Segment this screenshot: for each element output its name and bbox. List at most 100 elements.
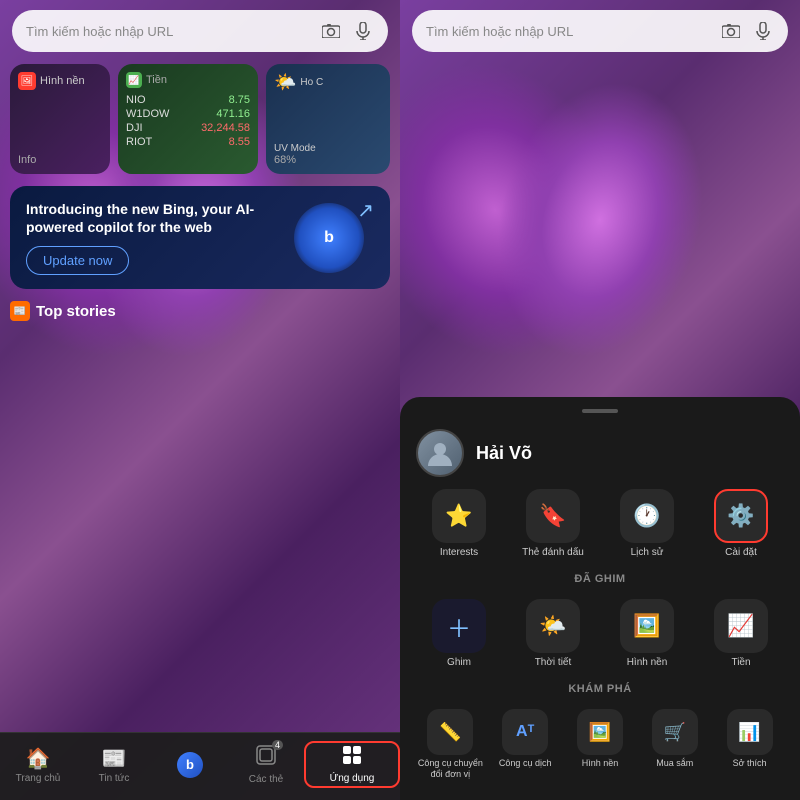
search-placeholder-right: Tìm kiếm hoặc nhập URL — [426, 24, 720, 39]
pinned-wallpaper-label: Hình nền — [627, 657, 668, 669]
bing-banner: Introducing the new Bing, your AI-powere… — [10, 186, 390, 289]
converter-icon: 📏 — [427, 709, 473, 755]
converter-label: Công cụ chuyển đổi đơn vị — [416, 758, 485, 780]
hinh-nen-icon: 🖼 — [18, 72, 36, 90]
interests-label: Interests — [440, 547, 478, 559]
ghim-icon: ＋ — [432, 599, 486, 653]
bottom-nav: 🏠 Trang chủ 📰 Tin tức b 4 — [0, 732, 400, 800]
pinned-ghim[interactable]: ＋ Ghim — [416, 599, 502, 669]
mic-icon[interactable] — [352, 20, 374, 42]
pinned-wallpaper-icon: 🖼️ — [620, 599, 674, 653]
stories-label: Top stories — [36, 303, 116, 320]
interests-icon: ⭐ — [432, 489, 486, 543]
kp-wallpaper-icon: 🖼️ — [577, 709, 623, 755]
nav-item-tin-tuc[interactable]: 📰 Tin tức — [76, 746, 152, 784]
nav-item-cac-the[interactable]: 4 Các thẻ — [228, 744, 304, 785]
bing-title: Introducing the new Bing, your AI-powere… — [26, 200, 294, 236]
pinned-stocks-icon: 📈 — [714, 599, 768, 653]
search-placeholder-left: Tìm kiếm hoặc nhập URL — [26, 24, 320, 39]
bottom-sheet: Hải Võ ⭐ Interests 🔖 Thẻ đánh dấu 🕐 Lịch… — [400, 397, 800, 800]
pinned-wallpaper[interactable]: 🖼️ Hình nền — [604, 599, 690, 669]
phone-left: Tìm kiếm hoặc nhập URL — [0, 0, 400, 800]
nav-label-tin-tuc: Tin tức — [99, 773, 130, 784]
history-label: Lịch sử — [631, 547, 664, 559]
nav-item-bing[interactable]: b — [152, 752, 228, 778]
app-interests[interactable]: ⭐ Interests — [416, 489, 502, 559]
app-history[interactable]: 🕐 Lịch sử — [604, 489, 690, 559]
settings-icon: ⚙️ — [714, 489, 768, 543]
bing-nav-icon: b — [177, 752, 203, 778]
pinned-weather[interactable]: 🌤️ Thời tiết — [510, 599, 596, 669]
tien-row-2: W1DOW471.16 — [126, 108, 250, 120]
tien-row-1: NIO8.75 — [126, 94, 250, 106]
kp-sothich[interactable]: 📊 Sở thích — [715, 709, 784, 780]
search-bar-left[interactable]: Tìm kiếm hoặc nhập URL — [12, 10, 388, 52]
bing-logo: b ↗ — [294, 203, 364, 273]
widget-row: 🖼 Hình nền Info 📈 Tiền NIO8.75 W1DOW471.… — [10, 64, 390, 174]
weather-city: Ho C — [300, 77, 323, 88]
shopping-icon: 🛒 — [652, 709, 698, 755]
search-bar-right[interactable]: Tìm kiếm hoặc nhập URL — [412, 10, 788, 52]
sheet-handle — [582, 409, 618, 413]
app-settings[interactable]: ⚙️ Cài đặt — [698, 489, 784, 559]
section-pinned-label: ĐÃ GHIM — [416, 571, 784, 587]
bing-arrow-icon: ↗ — [357, 198, 374, 223]
camera-icon-right[interactable] — [720, 20, 742, 42]
hinh-nen-info: Info — [18, 154, 102, 166]
sothich-icon: 📊 — [727, 709, 773, 755]
khampha-row: 📏 Công cụ chuyển đổi đơn vị Aᵀ Công cụ d… — [416, 709, 784, 780]
settings-label: Cài đặt — [725, 547, 757, 559]
home-icon: 🏠 — [26, 746, 51, 771]
search-icons-right — [720, 20, 774, 42]
nav-label-trang-chu: Trang chủ — [16, 773, 61, 784]
nav-item-ung-dung[interactable]: Ứng dụng — [304, 741, 400, 788]
kp-wallpaper[interactable]: 🖼️ Hình nền — [566, 709, 635, 780]
apps-icon — [342, 745, 362, 771]
profile-row: Hải Võ — [416, 429, 784, 477]
pinned-stocks-label: Tiền — [731, 657, 750, 669]
camera-icon[interactable] — [320, 20, 342, 42]
weather-widget[interactable]: 🌤️ Ho C UV Mode 68% — [266, 64, 390, 174]
apps-grid: ⭐ Interests 🔖 Thẻ đánh dấu 🕐 Lịch sử ⚙️ … — [416, 489, 784, 559]
pinned-stocks[interactable]: 📈 Tiền — [698, 599, 784, 669]
update-now-button[interactable]: Update now — [26, 246, 129, 275]
bing-text: Introducing the new Bing, your AI-powere… — [26, 200, 294, 275]
profile-name: Hải Võ — [476, 443, 532, 464]
nav-label-ung-dung: Ứng dụng — [330, 773, 375, 784]
news-icon: 📰 — [102, 746, 127, 771]
phone-right: Tìm kiếm hoặc nhập URL — [400, 0, 800, 800]
bookmarks-label: Thẻ đánh dấu — [522, 547, 584, 559]
mic-icon-right[interactable] — [752, 20, 774, 42]
sothich-label: Sở thích — [733, 758, 767, 769]
profile-avatar — [416, 429, 464, 477]
tien-widget[interactable]: 📈 Tiền NIO8.75 W1DOW471.16 DJI32,244.58 … — [118, 64, 258, 174]
pinned-row: ＋ Ghim 🌤️ Thời tiết 🖼️ Hình nền 📈 Tiền — [416, 599, 784, 669]
hinh-nen-widget[interactable]: 🖼 Hình nền Info — [10, 64, 110, 174]
bookmarks-icon: 🔖 — [526, 489, 580, 543]
pinned-weather-label: Thời tiết — [535, 657, 572, 669]
tabs-icon: 4 — [255, 744, 277, 772]
pinned-weather-icon: 🌤️ — [526, 599, 580, 653]
kp-translate[interactable]: Aᵀ Công cụ dịch — [491, 709, 560, 780]
hinh-nen-label: Hình nền — [40, 75, 85, 87]
weather-humidity: 68% — [274, 154, 382, 166]
shopping-label: Mua sắm — [656, 758, 693, 769]
search-icons-left — [320, 20, 374, 42]
section-khampha-label: KHÁM PHÁ — [416, 681, 784, 697]
app-bookmarks[interactable]: 🔖 Thẻ đánh dấu — [510, 489, 596, 559]
tien-icon: 📈 — [126, 72, 142, 88]
nav-item-trang-chu[interactable]: 🏠 Trang chủ — [0, 746, 76, 784]
kp-shopping[interactable]: 🛒 Mua sắm — [640, 709, 709, 780]
ghim-label: Ghim — [447, 657, 471, 669]
translate-icon: Aᵀ — [502, 709, 548, 755]
kp-converter[interactable]: 📏 Công cụ chuyển đổi đơn vị — [416, 709, 485, 780]
kp-wallpaper-label: Hình nền — [582, 758, 619, 769]
tien-title: Tiền — [146, 74, 167, 86]
tien-row-4: RIOT8.55 — [126, 136, 250, 148]
history-icon: 🕐 — [620, 489, 674, 543]
translate-label: Công cụ dịch — [499, 758, 552, 769]
top-stories: 📰 Top stories — [10, 301, 390, 321]
stories-icon: 📰 — [10, 301, 30, 321]
weather-icon: 🌤️ — [274, 72, 296, 93]
nav-label-cac-the: Các thẻ — [249, 774, 283, 785]
